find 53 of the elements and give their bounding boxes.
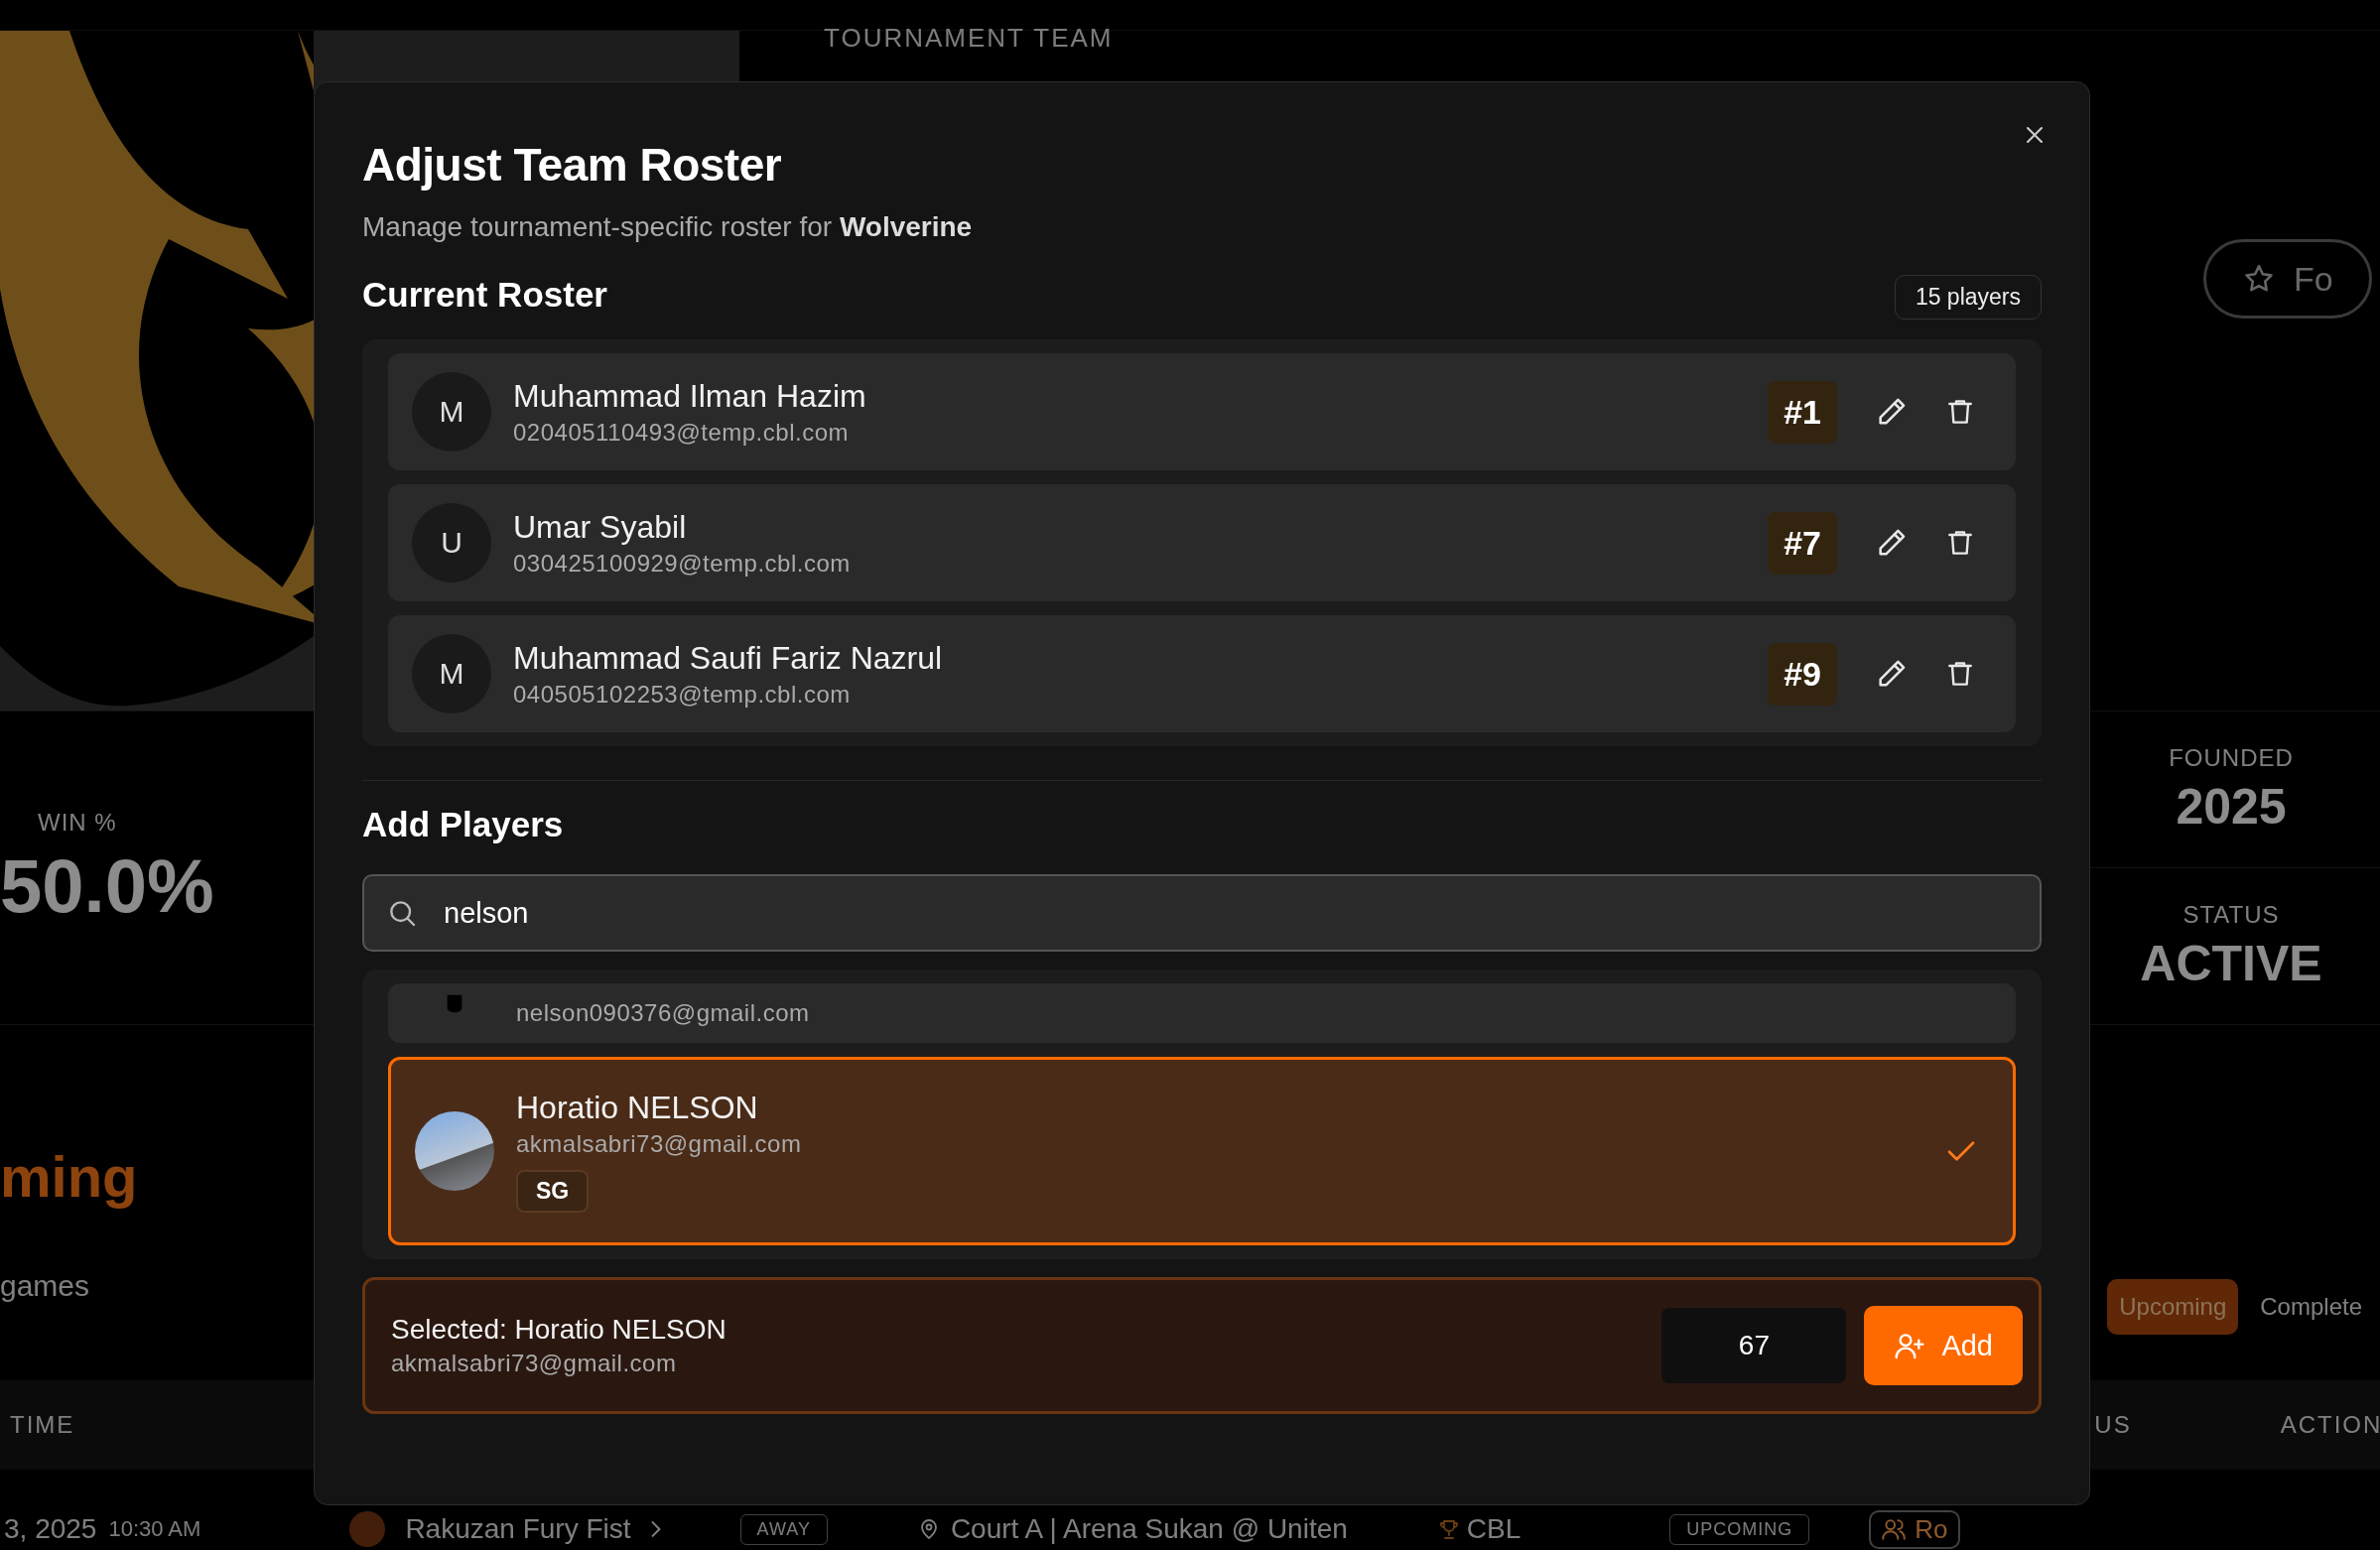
search-field[interactable]: nelson [362,874,2042,952]
stat-value: 2025 [2176,777,2287,836]
player-email: 020405110493@temp.cbl.com [513,418,850,447]
add-button[interactable]: Add [1864,1306,2023,1385]
follow-button[interactable]: Fo [2203,239,2372,319]
jersey-number-badge: #9 [1768,642,1837,706]
filter-tab[interactable]: Complete [2248,1279,2374,1335]
jersey-number-badge: #1 [1768,380,1837,444]
section-subtitle: games [0,1268,90,1303]
dialog-subtitle: Manage tournament-specific roster for Wolverine [362,211,973,243]
section-heading: Add Players [362,805,564,844]
status-badge: UPCOMING [1669,1513,1810,1545]
player-email: 030425100929@temp.cbl.com [513,549,852,578]
venue-type-badge: AWAY [739,1513,828,1545]
team-logo-icon [349,1511,386,1547]
player-result[interactable]: nelson090376@gmail.com [388,983,2016,1043]
player-name: Muhammad Ilman Hazim [513,377,867,415]
jersey-number-field[interactable]: 67 [1661,1308,1847,1383]
avatar: U [412,503,491,582]
chevron-right-icon [650,1521,661,1537]
avatar: M [412,372,491,452]
player-name: Muhammad Saufi Fariz Nazrul [513,639,944,677]
section-label: TOURNAMENT TEAM [824,23,1114,54]
stat-label: FOUNDED [2169,743,2294,772]
venue-text: Court A | Arena Sukan @ Uniten [950,1513,1348,1545]
users-icon [1881,1516,1908,1542]
section-heading: ming [0,1142,138,1210]
jersey-number-badge: #7 [1768,511,1837,575]
player-email: akmalsabri73@gmail.com [391,1350,678,1377]
dialog-title: Adjust Team Roster [362,138,782,192]
roster-button[interactable]: Ro [1869,1509,1960,1549]
league-text: CBL [1466,1513,1521,1545]
player-email: nelson090376@gmail.com [516,999,811,1027]
stat-label: STATUS [2182,900,2280,929]
player-name: Umar Syabil [513,508,688,546]
player-name: Horatio NELSON [516,1090,759,1126]
time-text: 10:30 AM [108,1516,201,1542]
date-text: 3, 2025 [4,1513,97,1545]
column-header: TIME [10,1411,75,1439]
player-result[interactable]: Horatio NELSON akmalsabri73@gmail.com SG [388,1057,2016,1245]
column-header: ACTION [2280,1411,2380,1439]
player-email: akmalsabri73@gmail.com [516,1130,803,1158]
team-name-link[interactable]: Rakuzan Fury Fist [405,1513,631,1545]
stat-label: WIN % [38,808,117,837]
player-email: 040505102253@temp.cbl.com [513,680,852,709]
player-count-badge: 15 players [1894,275,2042,320]
selected-player-text: Selected: Horatio NELSON [391,1314,727,1346]
stat-value: ACTIVE [2140,934,2322,992]
column-header: US [2094,1411,2132,1439]
position-tag: SG [516,1170,590,1213]
section-heading: Current Roster [362,275,607,315]
avatar: M [412,634,491,713]
stat-value: 50.0% [0,841,214,929]
